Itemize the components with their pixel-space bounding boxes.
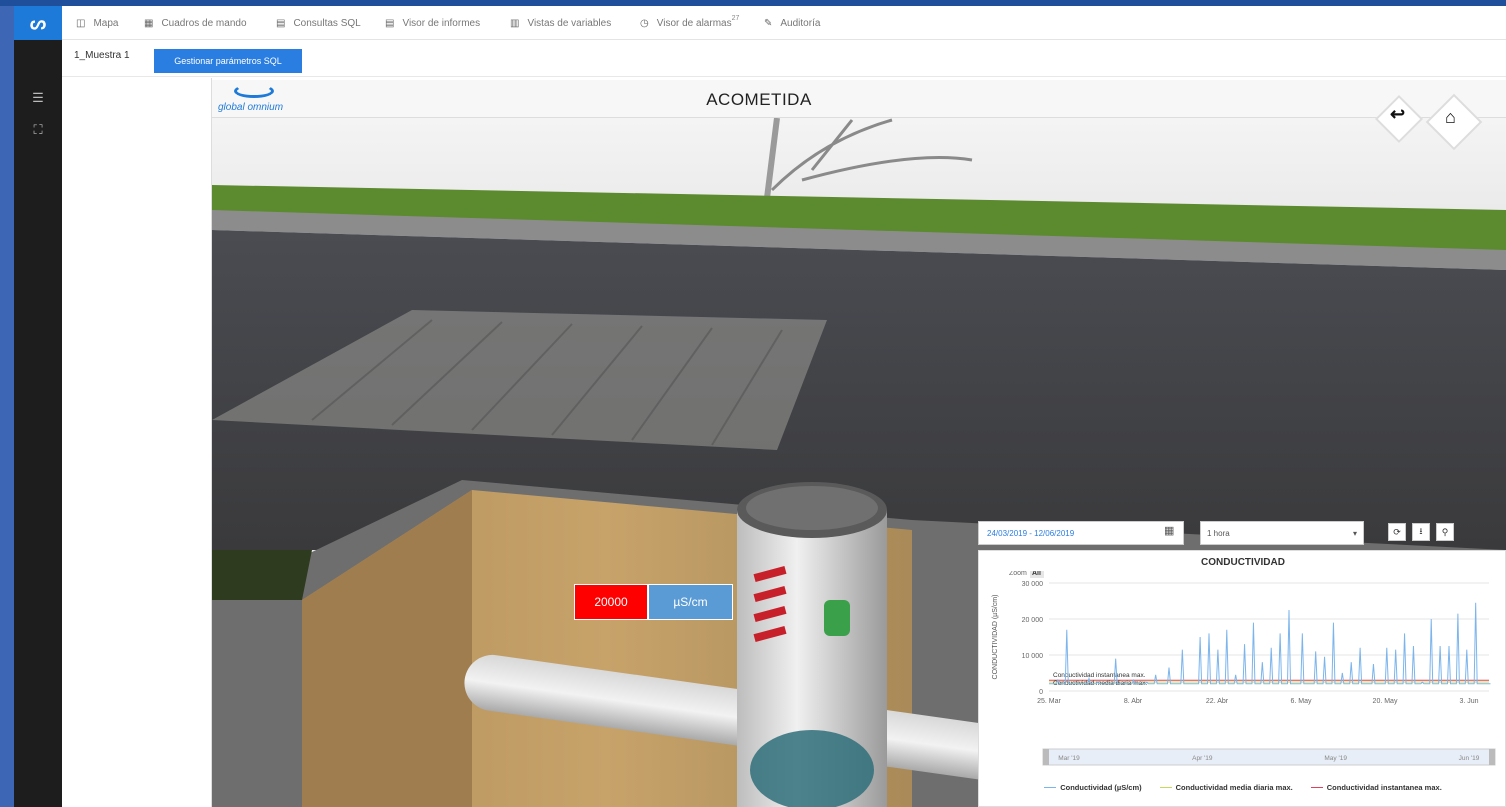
zoom-button[interactable]: ⚲ (1436, 523, 1454, 541)
x-tick-label: 25. Mar (1037, 698, 1061, 705)
manage-sql-params-button[interactable]: Gestionar parámetros SQL (154, 49, 302, 73)
dropdown-caret-icon: ▾ (1352, 528, 1357, 538)
legend-swatch (1310, 786, 1323, 789)
navigator-bar (1042, 748, 1496, 766)
conductivity-unit: µS/cm (648, 584, 733, 620)
menu-item-auditoria[interactable]: ✎ Auditoría (764, 6, 820, 40)
report-icon: ▤ (385, 17, 395, 29)
navigator-label: Mar '19 (1058, 755, 1080, 762)
interval-select[interactable]: 1 hora ▾ (1200, 521, 1364, 545)
clock-icon: ◷ (640, 17, 649, 29)
conductivity-chart[interactable]: Zoom All CONDUCTIVIDAD (µS/cm) 0 10 000 20 00… (979, 571, 1506, 783)
menu-item-vistas[interactable]: ▥ Vistas de variables (510, 6, 611, 40)
zoom-label: Zoom (1009, 571, 1027, 577)
date-range-input[interactable]: 24/03/2019 - 12/06/2019 (978, 521, 1184, 545)
app-logo[interactable]: ᔕ (14, 6, 62, 40)
chart-panel: CONDUCTIVIDAD Zoom All CONDUCTIVIDAD (µS/c… (978, 550, 1506, 807)
download-icon: ⭳ (1419, 526, 1423, 536)
menu-item-consultas[interactable]: ▤ Consultas SQL (276, 6, 361, 40)
database-icon: ▤ (276, 17, 286, 29)
top-menu: ◫ Mapa ▦ Cuadros de mando ▤ Consultas SQL ▤… (62, 6, 1506, 40)
navigator-label: Jun '19 (1459, 755, 1480, 762)
legend-item-conductividad[interactable]: Conductividad (µS/cm) (1044, 783, 1142, 792)
refresh-button[interactable]: ⟳ (1388, 523, 1406, 541)
series-conductividad-line (1049, 602, 1491, 685)
navigator-handle-left (1043, 749, 1049, 765)
x-tick-label: 8. Abr (1124, 698, 1143, 705)
menu-list-icon[interactable]: ☰ (14, 90, 62, 106)
search-icon: ⚲ (1441, 526, 1449, 537)
home-icon: ⌂ (1445, 107, 1456, 127)
menu-item-informes[interactable]: ▤ Visor de informes (385, 6, 480, 40)
legend-swatch (1044, 786, 1057, 789)
logo-icon: ᔕ (29, 12, 47, 33)
y-tick-label: 10 000 (1022, 653, 1044, 660)
tab-muestra[interactable]: 1_Muestra 1 (74, 50, 130, 61)
y-tick-label: 0 (1039, 689, 1043, 696)
left-panel (62, 78, 212, 807)
x-tick-label: 6. May (1290, 698, 1312, 705)
pipe-junction (750, 730, 874, 807)
x-tick-label: 3. Jun (1459, 698, 1478, 705)
legend-item-media[interactable]: Conductividad media diaria max. (1159, 783, 1293, 792)
legend-swatch (1159, 786, 1172, 789)
interval-value: 1 hora (1207, 528, 1230, 538)
chart-legend: Conductividad (µS/cm) Conductividad medi… (979, 783, 1506, 792)
chart-title: CONDUCTIVIDAD (1201, 557, 1285, 568)
menu-item-alarmas[interactable]: ◷ Visor de alarmas 27 (640, 6, 739, 40)
y-axis-label: CONDUCTIVIDAD (µS/cm) (992, 595, 999, 680)
refresh-icon: ⟳ (1393, 526, 1401, 537)
outer-background (0, 0, 14, 807)
y-tick-label: 30 000 (1022, 581, 1044, 588)
navigator-label: Apr '19 (1192, 755, 1213, 762)
menu-item-mapa[interactable]: ◫ Mapa (76, 6, 118, 40)
annotation-instantanea: Conductividad instantanea max. (1053, 672, 1146, 679)
roadside-grass (212, 550, 312, 600)
alarm-count-badge: 27 (731, 14, 740, 22)
bar-chart-icon: ▥ (510, 17, 520, 29)
menu-item-cuadros[interactable]: ▦ Cuadros de mando (144, 6, 247, 40)
edit-icon: ✎ (764, 17, 773, 29)
fullscreen-icon[interactable]: ⛶ (14, 122, 62, 138)
calendar-icon[interactable]: ▦ (1164, 524, 1174, 537)
dashboard-icon: ▦ (144, 17, 154, 29)
page-title: ACOMETIDA (706, 90, 812, 109)
scene-view: global omnium ACOMETIDA ↩ ⌂ 20000 µS/cm … (212, 80, 1506, 807)
conductivity-value: 20000 (574, 584, 648, 620)
water-meter (824, 600, 850, 636)
navigator-label: May '19 (1324, 755, 1347, 762)
zoom-all-button: All (1032, 571, 1041, 577)
navigator-handle-right (1489, 749, 1495, 765)
legend-item-instantanea[interactable]: Conductividad instantanea max. (1310, 783, 1442, 792)
return-arrow-icon: ↩ (1390, 104, 1406, 124)
x-tick-label: 20. May (1373, 698, 1398, 705)
map-icon: ◫ (76, 17, 86, 29)
y-tick-label: 20 000 (1022, 617, 1044, 624)
x-tick-label: 22. Abr (1206, 698, 1229, 705)
download-button[interactable]: ⭳ (1412, 523, 1430, 541)
